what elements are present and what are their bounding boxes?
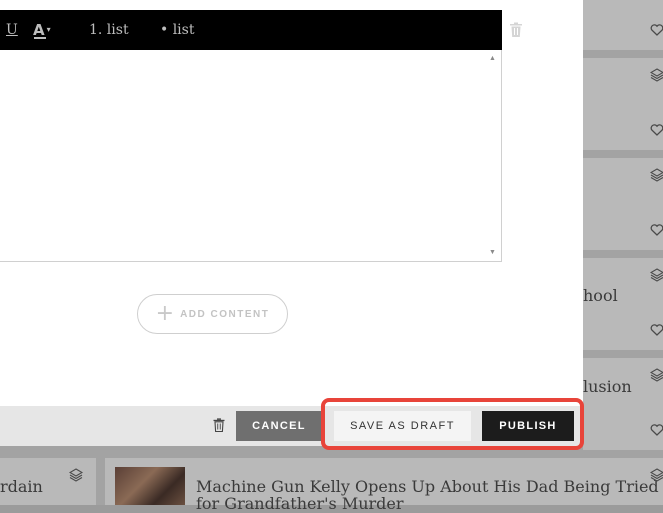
editor-scrollbar[interactable]: ▲ ▼ bbox=[484, 50, 501, 261]
layers-icon[interactable] bbox=[650, 368, 663, 382]
bg-card-title: lusion bbox=[583, 377, 632, 396]
bg-card-title: hool bbox=[583, 286, 618, 305]
add-content-button[interactable]: + ADD CONTENT bbox=[137, 294, 288, 334]
add-content-label: ADD CONTENT bbox=[180, 308, 270, 320]
heart-icon[interactable] bbox=[650, 123, 663, 137]
scroll-down-arrow-icon[interactable]: ▼ bbox=[484, 244, 501, 261]
heart-icon[interactable] bbox=[650, 23, 663, 37]
layers-icon[interactable] bbox=[650, 168, 663, 182]
ordered-list-button[interactable]: 1. list bbox=[89, 10, 129, 50]
heart-icon[interactable] bbox=[650, 223, 663, 237]
underline-button[interactable]: U bbox=[6, 10, 18, 50]
highlight-annotation bbox=[321, 398, 584, 450]
heart-icon[interactable] bbox=[650, 423, 663, 437]
color-bar bbox=[34, 37, 46, 39]
text-color-button[interactable]: A ▾ bbox=[33, 10, 51, 50]
layers-icon[interactable] bbox=[69, 468, 83, 482]
trash-icon[interactable] bbox=[213, 418, 225, 432]
layers-icon[interactable] bbox=[650, 268, 663, 282]
plus-icon: + bbox=[155, 301, 175, 326]
bg-card-title: rdain bbox=[0, 477, 43, 496]
cancel-button[interactable]: CANCEL bbox=[236, 411, 322, 441]
bullet-list-button[interactable]: • list bbox=[160, 10, 194, 50]
heart-icon[interactable] bbox=[650, 323, 663, 337]
layers-icon[interactable] bbox=[650, 68, 663, 82]
text-editor-area[interactable]: ▲ ▼ bbox=[0, 50, 502, 262]
trash-icon[interactable] bbox=[509, 22, 523, 38]
article-headline-line2[interactable]: for Grandfather's Murder bbox=[196, 494, 404, 513]
chevron-down-icon: ▾ bbox=[46, 25, 51, 34]
editor-modal: U A ▾ 1. list • list ▲ ▼ + ADD CONTENT CA… bbox=[0, 0, 583, 446]
rich-text-toolbar: U A ▾ 1. list • list bbox=[0, 10, 502, 50]
layers-icon[interactable] bbox=[650, 468, 663, 482]
scroll-up-arrow-icon[interactable]: ▲ bbox=[484, 50, 501, 67]
article-thumbnail[interactable] bbox=[115, 467, 185, 505]
